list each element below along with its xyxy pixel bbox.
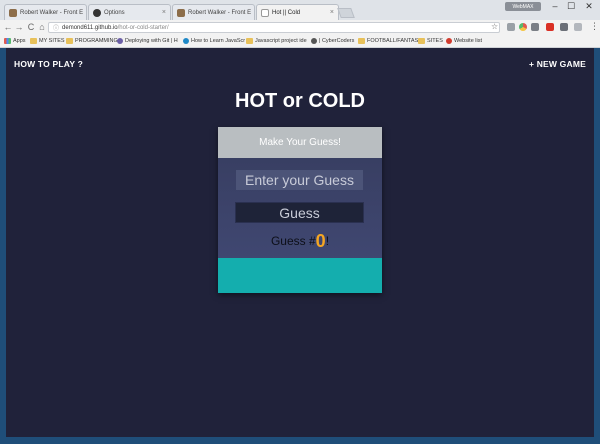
bookmark-label: Javascript project ide (255, 38, 307, 44)
forward-icon[interactable]: → (14, 21, 24, 33)
bookmark-folder[interactable]: MY SITES (30, 36, 65, 46)
bookmark-label: | CyberCoders (319, 38, 355, 44)
guess-count-row: Guess #0! (218, 231, 382, 252)
extension-icon[interactable] (574, 23, 582, 31)
address-bar[interactable]: ⓘ demond611.github.io /hot-or-cold-start… (48, 22, 500, 33)
tab-strip: Robert Walker - Front E × Options × Robe… (0, 0, 600, 20)
back-icon[interactable]: ← (3, 21, 13, 33)
guess-count-label: Guess # (270, 234, 316, 248)
feedback-area (218, 258, 382, 293)
bookmark-label: MY SITES (39, 38, 65, 44)
info-icon[interactable]: ⓘ (53, 23, 59, 32)
chrome-extension-icon[interactable] (519, 23, 527, 31)
tab-label: Robert Walker - Front E (20, 9, 84, 16)
bookmark-label: PROGRAMMING (75, 38, 118, 44)
browser-tab[interactable]: Options × (88, 4, 171, 20)
how-to-play-link[interactable]: HOW TO PLAY ? (14, 59, 83, 69)
site-icon (117, 38, 123, 44)
tab-label: Options (104, 9, 125, 16)
bookmark-link[interactable]: Website list (446, 36, 482, 46)
folder-icon (66, 38, 73, 44)
apps-icon (4, 38, 11, 44)
tab-close-icon[interactable]: × (251, 9, 254, 16)
tab-favicon-icon (177, 8, 185, 17)
guess-button[interactable]: Guess (235, 202, 364, 223)
folder-icon (30, 38, 37, 44)
bookmark-label: Deploying with Git | H (125, 38, 178, 44)
guess-count-suffix: ! (325, 234, 330, 248)
bookmark-label: Apps (13, 38, 26, 44)
github-icon (93, 8, 101, 17)
browser-tab-active[interactable]: Hot || Cold × (256, 4, 339, 20)
site-icon (446, 38, 452, 44)
bookmark-label: SITES (427, 38, 443, 44)
tab-close-icon[interactable]: × (159, 9, 166, 16)
extension-icon[interactable] (560, 23, 568, 31)
folder-icon (418, 38, 425, 44)
bookmark-folder[interactable]: Javascript project ide (246, 36, 307, 46)
page-title: HOT or COLD (235, 90, 365, 112)
extension-icon[interactable] (507, 23, 515, 31)
page-icon (261, 8, 269, 17)
site-icon (311, 38, 317, 44)
profile-badge[interactable]: WebMAX (505, 2, 541, 11)
bookmark-folder[interactable]: FOOTBALL/FANTASY (358, 36, 422, 46)
browser-tab[interactable]: Robert Walker - Front E × (4, 4, 87, 20)
bookmark-link[interactable]: How to Learn JavaScr (183, 36, 245, 46)
new-tab-button[interactable] (337, 8, 355, 18)
bookmark-link[interactable]: Deploying with Git | H (117, 36, 178, 46)
new-game-link[interactable]: + NEW GAME (529, 59, 586, 69)
guess-input[interactable] (236, 170, 363, 190)
folder-icon (358, 38, 365, 44)
reload-icon[interactable]: C (26, 21, 36, 33)
browser-chrome: Robert Walker - Front E × Options × Robe… (0, 0, 600, 48)
bookmark-star-icon[interactable]: ☆ (491, 22, 498, 31)
page-viewport: HOW TO PLAY ? + NEW GAME HOT or COLD Mak… (6, 48, 594, 437)
bookmark-label: How to Learn JavaScr (191, 38, 246, 44)
extension-icon[interactable] (546, 23, 554, 31)
home-icon[interactable]: ⌂ (37, 21, 47, 33)
game-card: Make Your Guess! Guess Guess #0! (218, 127, 382, 293)
browser-tab[interactable]: Robert Walker - Front E × (172, 4, 255, 20)
folder-icon (246, 38, 253, 44)
extension-icon[interactable] (531, 23, 539, 31)
bookmark-label: Website list (454, 38, 483, 44)
bookmark-folder[interactable]: SITES (418, 36, 443, 46)
bookmark-label: FOOTBALL/FANTASY (367, 38, 422, 44)
tab-favicon-icon (9, 8, 17, 17)
tab-label: Robert Walker - Front E (188, 9, 252, 16)
bookmark-link[interactable]: | CyberCoders (311, 36, 354, 46)
game-header: Make Your Guess! (218, 127, 382, 158)
url-host: demond611.github.io (62, 24, 118, 31)
tab-close-icon[interactable]: × (83, 9, 86, 16)
guess-count: 0 (315, 231, 326, 251)
tab-label: Hot || Cold (272, 9, 301, 16)
url-path: /hot-or-cold-starter/ (117, 24, 169, 31)
browser-menu-icon[interactable]: ⋮ (590, 21, 599, 32)
bookmark-apps[interactable]: Apps (4, 36, 26, 46)
close-window-icon[interactable]: ✕ (578, 0, 600, 12)
site-icon (183, 38, 189, 44)
tab-close-icon[interactable]: × (327, 9, 334, 16)
bookmark-folder[interactable]: PROGRAMMING (66, 36, 118, 46)
